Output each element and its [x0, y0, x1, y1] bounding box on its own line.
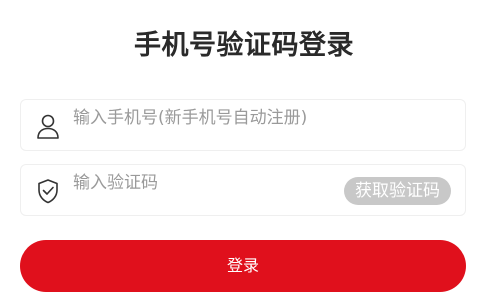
phone-field[interactable]: [20, 92, 466, 151]
verification-code-field[interactable]: 获取验证码: [20, 157, 466, 216]
shield-check-icon: [34, 177, 62, 205]
phone-input[interactable]: [73, 92, 453, 144]
get-verification-code-button[interactable]: 获取验证码: [344, 177, 451, 205]
user-icon: [34, 112, 62, 140]
page-title: 手机号验证码登录: [134, 30, 354, 61]
verification-code-input[interactable]: [73, 157, 323, 209]
login-button[interactable]: 登录: [20, 240, 466, 292]
